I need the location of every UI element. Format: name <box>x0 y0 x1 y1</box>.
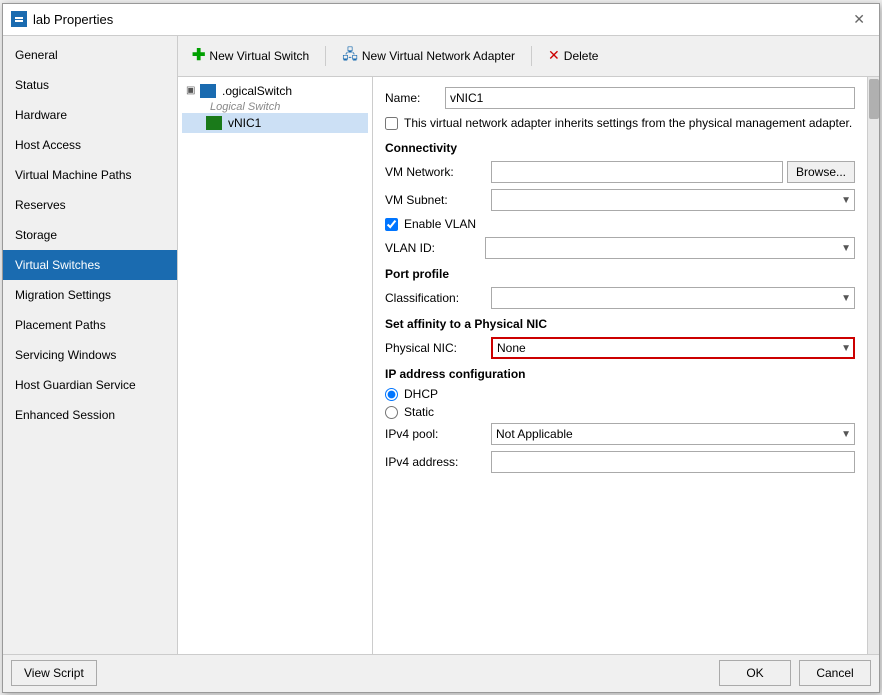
app-icon <box>11 11 27 27</box>
tree-expand-icon: ▣ <box>186 85 196 96</box>
ipv4-pool-label: IPv4 pool: <box>385 427 485 441</box>
switch-icon <box>200 84 216 98</box>
enable-vlan-label: Enable VLAN <box>404 217 476 231</box>
detail-pane: Name: This virtual network adapter inher… <box>373 77 867 654</box>
vnic1-label: vNIC1 <box>228 116 261 130</box>
ipv4-address-label: IPv4 address: <box>385 455 485 469</box>
sidebar-item-hardware[interactable]: Hardware <box>3 100 177 130</box>
new-virtual-switch-icon: ✚ <box>192 48 205 64</box>
sidebar-item-general[interactable]: General <box>3 40 177 70</box>
static-row: Static <box>385 405 855 419</box>
tree-pane: ▣ .ogicalSwitch Logical Switch vNIC1 <box>178 77 373 654</box>
scrollbar-thumb <box>869 79 879 119</box>
vm-subnet-row: VM Subnet: ▼ <box>385 189 855 211</box>
ipv4-pool-row: IPv4 pool: Not Applicable ▼ <box>385 423 855 445</box>
logical-switch-sublabel: Logical Switch <box>182 101 368 113</box>
toolbar-separator-2 <box>531 46 532 66</box>
new-virtual-switch-label: New Virtual Switch <box>209 49 309 63</box>
physical-nic-row: Physical NIC: None ▼ <box>385 337 855 359</box>
toolbar: ✚ New Virtual Switch 🖧 New Virtual Netwo… <box>178 36 879 77</box>
sidebar: General Status Hardware Host Access Virt… <box>3 36 178 654</box>
inherit-row: This virtual network adapter inherits se… <box>385 115 855 132</box>
ip-config-header: IP address configuration <box>385 367 855 381</box>
window-title: lab Properties <box>33 12 113 27</box>
sidebar-item-reserves[interactable]: Reserves <box>3 190 177 220</box>
sidebar-item-migration-settings[interactable]: Migration Settings <box>3 280 177 310</box>
vm-subnet-label: VM Subnet: <box>385 193 485 207</box>
vlan-id-label: VLAN ID: <box>385 241 485 255</box>
vm-subnet-select[interactable] <box>491 189 855 211</box>
close-button[interactable]: ✕ <box>847 9 871 30</box>
title-bar-left: lab Properties <box>11 11 113 27</box>
main-content: General Status Hardware Host Access Virt… <box>3 36 879 654</box>
browse-button[interactable]: Browse... <box>787 161 855 183</box>
ipv4-pool-dropdown-wrapper: Not Applicable ▼ <box>491 423 855 445</box>
vlan-id-select[interactable] <box>485 237 855 259</box>
sidebar-item-placement-paths[interactable]: Placement Paths <box>3 310 177 340</box>
name-label: Name: <box>385 91 445 105</box>
enable-vlan-row: Enable VLAN <box>385 217 855 231</box>
toolbar-separator-1 <box>325 46 326 66</box>
sidebar-item-status[interactable]: Status <box>3 70 177 100</box>
ipv4-address-input[interactable] <box>491 451 855 473</box>
footer: View Script OK Cancel <box>3 654 879 692</box>
tree-logical-switch[interactable]: ▣ .ogicalSwitch <box>182 81 368 101</box>
inherit-text: This virtual network adapter inherits se… <box>404 115 852 132</box>
delete-label: Delete <box>564 49 599 63</box>
port-profile-header: Port profile <box>385 267 855 281</box>
inherit-checkbox[interactable] <box>385 117 398 130</box>
vlan-id-dropdown-wrapper: ▼ <box>485 237 855 259</box>
detail-scrollbar[interactable] <box>867 77 879 654</box>
vm-network-input[interactable] <box>491 161 783 183</box>
delete-icon: ✕ <box>548 47 560 64</box>
logical-switch-label: .ogicalSwitch <box>222 84 292 98</box>
footer-right: OK Cancel <box>719 660 871 686</box>
lab-properties-window: lab Properties ✕ General Status Hardware… <box>2 3 880 693</box>
dhcp-radio[interactable] <box>385 388 398 401</box>
classification-dropdown-wrapper: ▼ <box>491 287 855 309</box>
name-input[interactable] <box>445 87 855 109</box>
physical-nic-select[interactable]: None <box>491 337 855 359</box>
content-area: ✚ New Virtual Switch 🖧 New Virtual Netwo… <box>178 36 879 654</box>
sidebar-item-virtual-machine-paths[interactable]: Virtual Machine Paths <box>3 160 177 190</box>
sidebar-item-host-guardian[interactable]: Host Guardian Service <box>3 370 177 400</box>
dhcp-label: DHCP <box>404 387 438 401</box>
classification-select[interactable] <box>491 287 855 309</box>
vlan-id-row: VLAN ID: ▼ <box>385 237 855 259</box>
ipv4-pool-select[interactable]: Not Applicable <box>491 423 855 445</box>
physical-nic-header: Set affinity to a Physical NIC <box>385 317 855 331</box>
new-virtual-network-adapter-button[interactable]: 🖧 New Virtual Network Adapter <box>336 42 521 70</box>
sidebar-item-servicing-windows[interactable]: Servicing Windows <box>3 340 177 370</box>
sidebar-item-virtual-switches[interactable]: Virtual Switches <box>3 250 177 280</box>
name-row: Name: <box>385 87 855 109</box>
vm-network-label: VM Network: <box>385 165 485 179</box>
view-script-button[interactable]: View Script <box>11 660 97 686</box>
classification-label: Classification: <box>385 291 485 305</box>
delete-button[interactable]: ✕ Delete <box>542 45 604 66</box>
ipv4-address-row: IPv4 address: <box>385 451 855 473</box>
sidebar-item-storage[interactable]: Storage <box>3 220 177 250</box>
new-vna-label: New Virtual Network Adapter <box>362 49 515 63</box>
footer-left: View Script <box>11 660 97 686</box>
new-vna-icon: 🖧 <box>342 44 358 68</box>
enable-vlan-checkbox[interactable] <box>385 218 398 231</box>
cancel-button[interactable]: Cancel <box>799 660 871 686</box>
vm-subnet-dropdown-wrapper: ▼ <box>491 189 855 211</box>
ok-button[interactable]: OK <box>719 660 791 686</box>
physical-nic-label: Physical NIC: <box>385 341 485 355</box>
tree-vnic1[interactable]: vNIC1 <box>182 113 368 133</box>
vm-network-row: VM Network: Browse... <box>385 161 855 183</box>
dhcp-row: DHCP <box>385 387 855 401</box>
title-bar: lab Properties ✕ <box>3 4 879 36</box>
sidebar-item-host-access[interactable]: Host Access <box>3 130 177 160</box>
classification-row: Classification: ▼ <box>385 287 855 309</box>
split-pane: ▣ .ogicalSwitch Logical Switch vNIC1 Nam… <box>178 77 879 654</box>
connectivity-header: Connectivity <box>385 141 855 155</box>
nic-icon <box>206 116 222 130</box>
static-radio[interactable] <box>385 406 398 419</box>
static-label: Static <box>404 405 434 419</box>
physical-nic-dropdown-wrapper: None ▼ <box>491 337 855 359</box>
new-virtual-switch-button[interactable]: ✚ New Virtual Switch <box>186 46 315 66</box>
sidebar-item-enhanced-session[interactable]: Enhanced Session <box>3 400 177 430</box>
